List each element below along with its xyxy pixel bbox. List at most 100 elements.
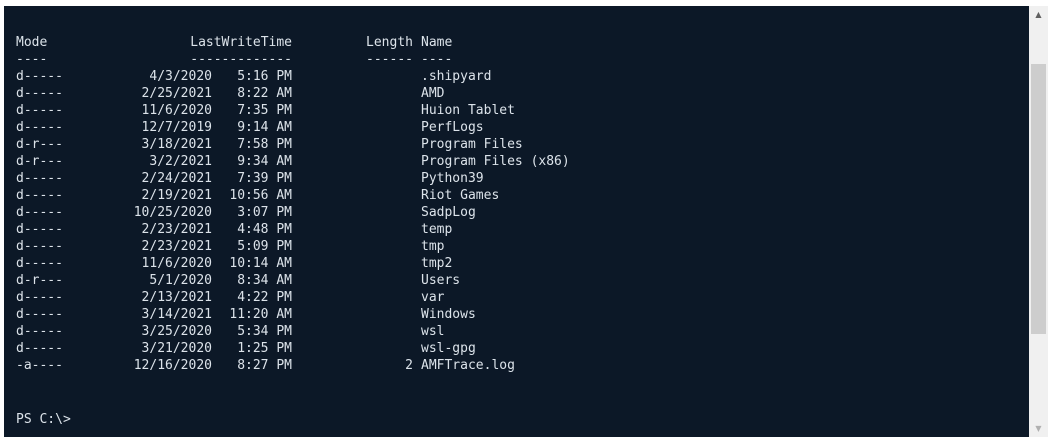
row-mode: d----- [16, 290, 63, 305]
row-length: 2 [405, 358, 413, 373]
row-mode: d----- [16, 188, 63, 203]
row-date: 3/21/2020 [141, 341, 212, 356]
vertical-scrollbar[interactable]: ▲ ▼ [1029, 6, 1048, 437]
underline-mode: ---- [16, 52, 48, 67]
row-date: 2/23/2021 [141, 222, 212, 237]
listing-row: d----- 2/19/2021 10:56 AM Riot Games [16, 187, 570, 204]
header-lastwritetime: LastWriteTime [190, 35, 292, 50]
row-time: 3:07 PM [237, 205, 292, 220]
row-date: 11/6/2020 [141, 103, 212, 118]
row-date: 4/3/2020 [149, 69, 212, 84]
row-time: 8:34 AM [237, 273, 292, 288]
row-mode: d----- [16, 307, 63, 322]
row-date: 3/18/2021 [141, 137, 212, 152]
underline-length: ------ [366, 52, 413, 67]
scrollbar-track[interactable] [1029, 23, 1048, 420]
row-name: Program Files (x86) [421, 154, 570, 169]
listing-row: d----- 2/13/2021 4:22 PM var [16, 289, 570, 306]
row-time: 1:25 PM [237, 341, 292, 356]
row-date: 12/7/2019 [141, 120, 212, 135]
listing-row: -a---- 12/16/2020 8:27 PM 2 AMFTrace.log [16, 357, 570, 374]
row-date: 11/6/2020 [141, 256, 212, 271]
header-length: Length [366, 35, 413, 50]
terminal-output[interactable]: Mode LastWriteTime Length Name ---- --------… [4, 6, 1029, 437]
row-mode: d----- [16, 324, 63, 339]
row-mode: d-r--- [16, 273, 63, 288]
row-time: 7:39 PM [237, 171, 292, 186]
row-name: PerfLogs [421, 120, 484, 135]
listing-row: d----- 2/23/2021 4:48 PM temp [16, 221, 570, 238]
listing-header-underline: ---- ------------- ------ ---- [16, 51, 570, 68]
listing-row: d----- 12/7/2019 9:14 AM PerfLogs [16, 119, 570, 136]
header-mode: Mode [16, 35, 48, 50]
listing-row: d-r--- 5/1/2020 8:34 AM Users [16, 272, 570, 289]
listing-header: Mode LastWriteTime Length Name [16, 34, 570, 51]
command-prompt[interactable]: PS C:\> [16, 408, 71, 427]
row-name: AMD [421, 86, 445, 101]
scrollbar-thumb[interactable] [1031, 64, 1046, 334]
row-mode: d----- [16, 103, 63, 118]
listing-row: d----- 2/24/2021 7:39 PM Python39 [16, 170, 570, 187]
listing-row: d----- 4/3/2020 5:16 PM .shipyard [16, 68, 570, 85]
row-mode: d----- [16, 205, 63, 220]
chevron-up-icon[interactable]: ▲ [1029, 6, 1048, 23]
row-mode: d----- [16, 120, 63, 135]
row-name: var [421, 290, 445, 305]
listing-row: d----- 11/6/2020 10:14 AM tmp2 [16, 255, 570, 272]
listing-row: d----- 3/25/2020 5:34 PM wsl [16, 323, 570, 340]
row-name: Users [421, 273, 461, 288]
directory-listing: Mode LastWriteTime Length Name ---- --------… [16, 34, 570, 374]
row-time: 9:34 AM [237, 154, 292, 169]
listing-row: d----- 3/14/2021 11:20 AM Windows [16, 306, 570, 323]
row-date: 12/16/2020 [133, 358, 212, 373]
listing-row: d----- 10/25/2020 3:07 PM SadpLog [16, 204, 570, 221]
row-mode: d----- [16, 256, 63, 271]
row-time: 4:48 PM [237, 222, 292, 237]
row-date: 3/2/2021 [149, 154, 212, 169]
row-mode: d----- [16, 86, 63, 101]
row-date: 2/25/2021 [141, 86, 212, 101]
row-mode: d----- [16, 239, 63, 254]
underline-name: ---- [421, 52, 453, 67]
listing-row: d----- 2/23/2021 5:09 PM tmp [16, 238, 570, 255]
powershell-window: Mode LastWriteTime Length Name ---- --------… [4, 6, 1048, 437]
row-name: Riot Games [421, 188, 500, 203]
row-date: 2/19/2021 [141, 188, 212, 203]
row-date: 3/25/2020 [141, 324, 212, 339]
row-date: 2/13/2021 [141, 290, 212, 305]
row-name: wsl-gpg [421, 341, 476, 356]
row-time: 10:14 AM [229, 256, 292, 271]
row-name: tmp [421, 239, 445, 254]
row-name: Huion Tablet [421, 103, 515, 118]
row-time: 8:27 PM [237, 358, 292, 373]
underline-lastwritetime: ------------- [190, 52, 292, 67]
row-name: .shipyard [421, 69, 492, 84]
row-time: 11:20 AM [229, 307, 292, 322]
row-name: Program Files [421, 137, 523, 152]
row-name: tmp2 [421, 256, 453, 271]
listing-row: d-r--- 3/18/2021 7:58 PM Program Files [16, 136, 570, 153]
row-time: 10:56 AM [229, 188, 292, 203]
prompt-text: PS C:\> [16, 412, 71, 427]
row-mode: d----- [16, 69, 63, 84]
row-time: 7:35 PM [237, 103, 292, 118]
listing-row: d-r--- 3/2/2021 9:34 AM Program Files (x86) [16, 153, 570, 170]
row-mode: d----- [16, 171, 63, 186]
row-time: 8:22 AM [237, 86, 292, 101]
row-time: 4:22 PM [237, 290, 292, 305]
row-time: 7:58 PM [237, 137, 292, 152]
row-name: AMFTrace.log [421, 358, 515, 373]
row-name: Python39 [421, 171, 484, 186]
row-date: 2/24/2021 [141, 171, 212, 186]
chevron-down-icon[interactable]: ▼ [1029, 420, 1048, 437]
row-time: 5:09 PM [237, 239, 292, 254]
row-mode: d----- [16, 222, 63, 237]
row-date: 3/14/2021 [141, 307, 212, 322]
listing-row: d----- 2/25/2021 8:22 AM AMD [16, 85, 570, 102]
row-name: Windows [421, 307, 476, 322]
row-date: 5/1/2020 [149, 273, 212, 288]
row-date: 2/23/2021 [141, 239, 212, 254]
row-mode: -a---- [16, 358, 63, 373]
row-time: 5:16 PM [237, 69, 292, 84]
row-mode: d-r--- [16, 154, 63, 169]
